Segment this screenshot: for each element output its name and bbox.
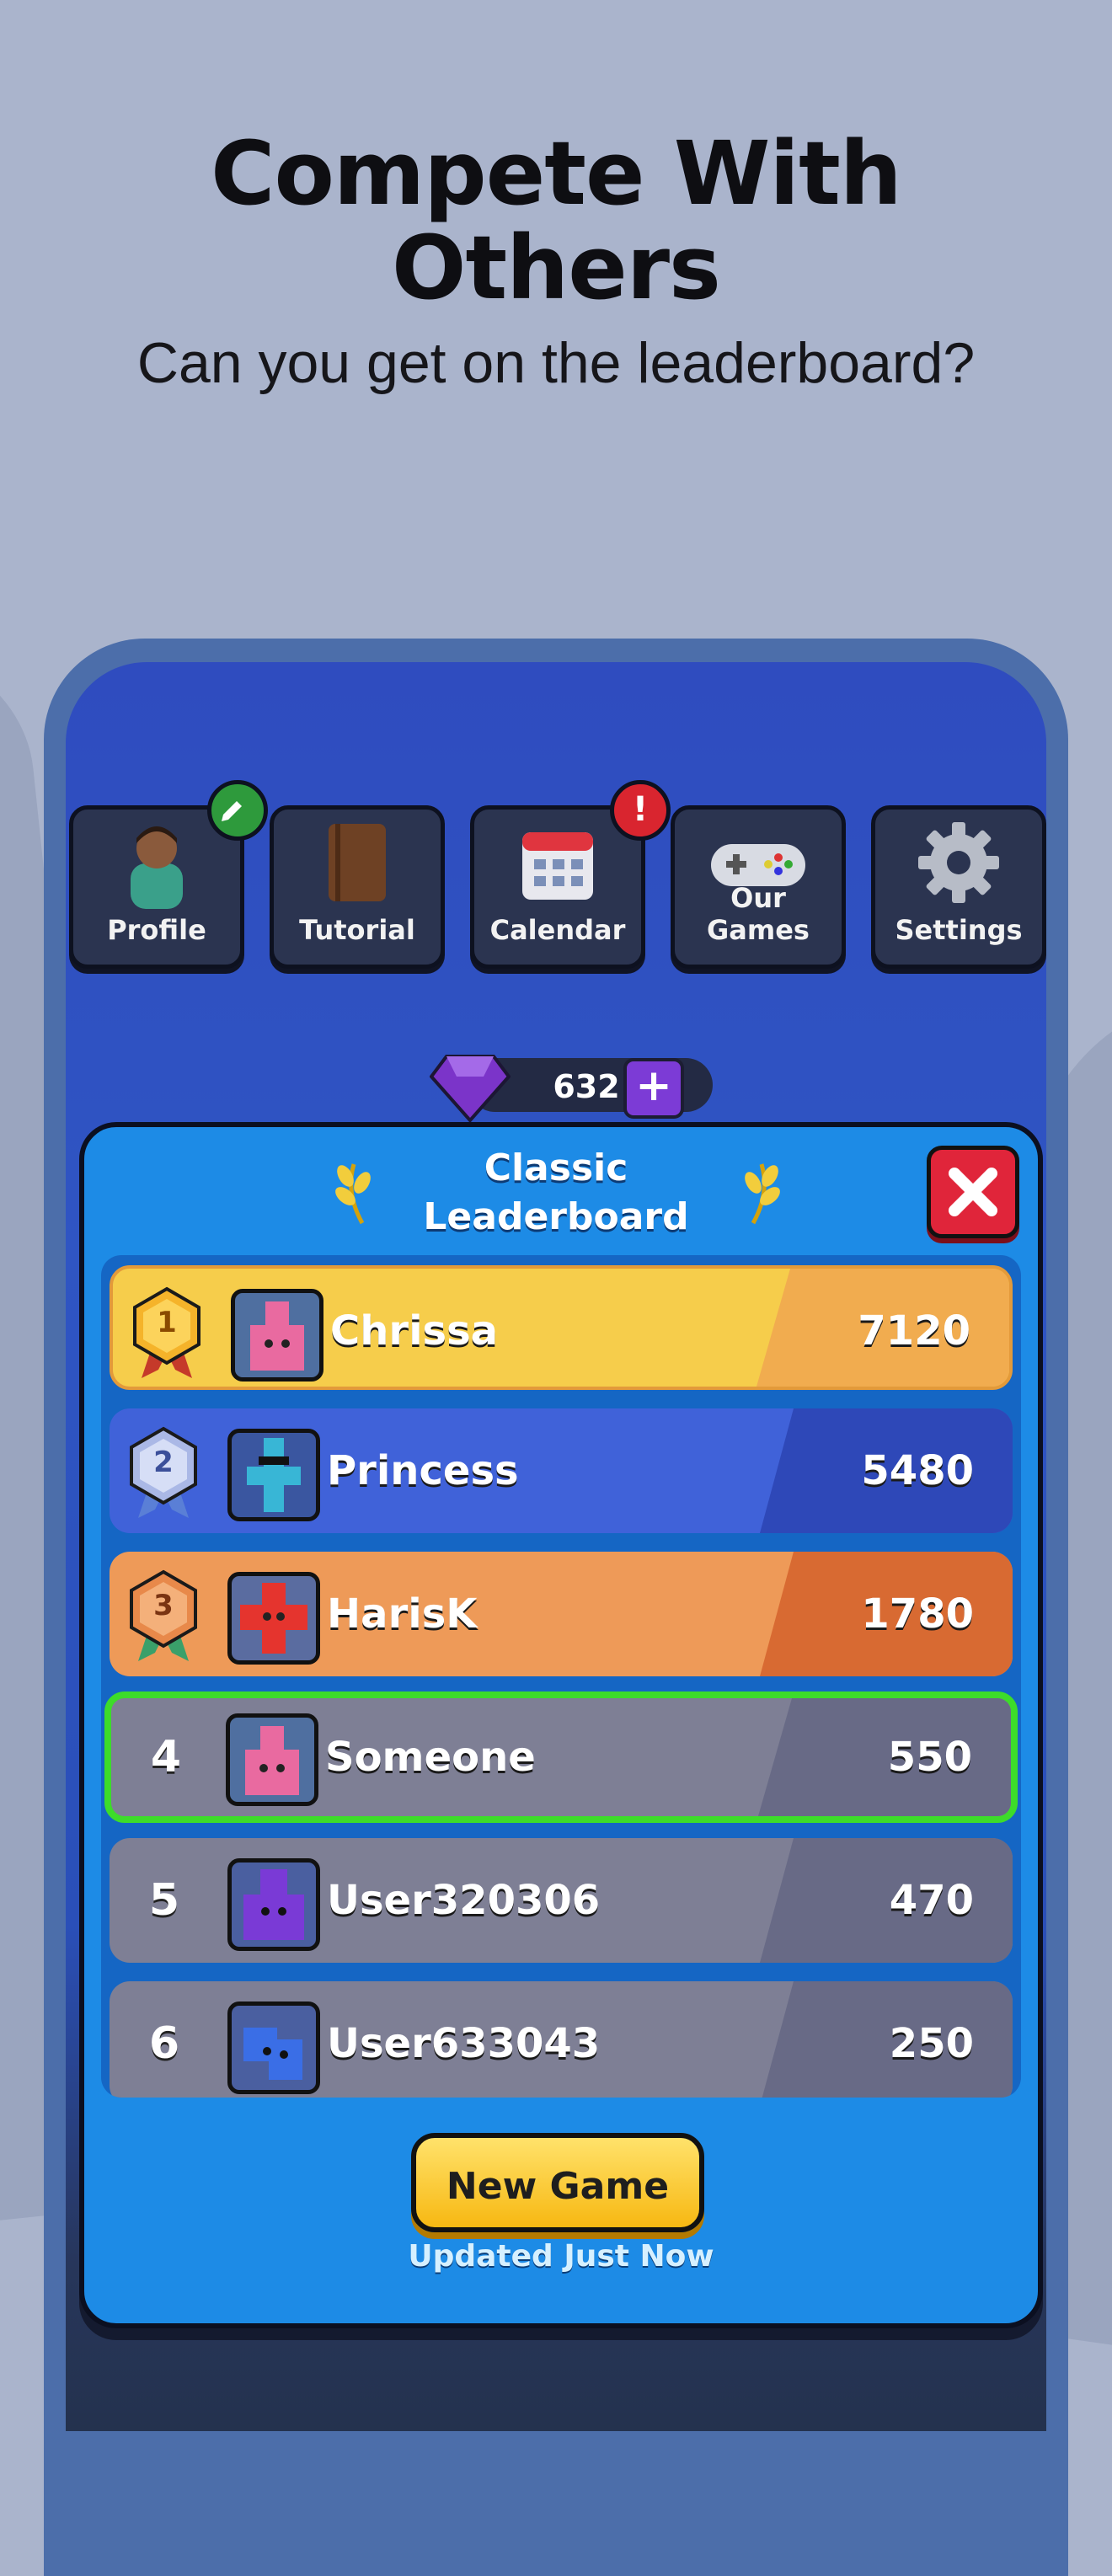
laurel-right-icon (736, 1159, 787, 1230)
close-button[interactable] (927, 1146, 1019, 1238)
alert-badge: ! (610, 780, 671, 841)
leaderboard-row[interactable]: 2 Princess 5480 (110, 1408, 1013, 1533)
rank-number: 1 (157, 1306, 177, 1339)
row-score-bg (760, 1838, 1013, 1963)
rank-number: 4 (150, 1732, 182, 1782)
close-icon (949, 1168, 997, 1216)
avatar (226, 1713, 318, 1806)
menu-settings-label: Settings (895, 914, 1023, 946)
avatar (227, 2001, 320, 2094)
menu-our-games-label: Our Games (707, 882, 810, 946)
pencil-icon (207, 780, 268, 841)
menu-tutorial[interactable]: Tutorial (270, 805, 445, 969)
avatar (227, 1572, 320, 1665)
rank-number: 2 (153, 1446, 174, 1479)
row-score-bg (758, 1698, 1011, 1816)
calendar-icon (474, 816, 641, 909)
app-screen: Profile Tutorial Calendar ! Our Games Se… (66, 662, 1046, 2431)
rank-number: 5 (148, 1875, 180, 1926)
promo-title-line2: Others (392, 216, 721, 319)
promo-title-line1: Compete With (211, 122, 902, 225)
player-score: 470 (889, 1877, 974, 1924)
leaderboard-title-line2: Leaderboard (423, 1195, 689, 1238)
rank-number: 6 (148, 2018, 180, 2069)
promo-title: Compete With Others (0, 126, 1112, 315)
player-name: User320306 (327, 1877, 601, 1924)
menu-settings[interactable]: Settings (871, 805, 1046, 969)
leaderboard-panel: Classic Leaderboard 1 Chrissa 7120 2 Pri… (79, 1122, 1043, 2328)
row-score-bg (760, 1981, 1013, 2098)
avatar (227, 1429, 320, 1521)
updated-status: Updated Just Now (408, 2239, 714, 2274)
leaderboard-title-line1: Classic (484, 1146, 628, 1189)
promo-subtitle: Can you get on the leaderboard? (136, 331, 976, 395)
player-score: 5480 (861, 1447, 974, 1494)
avatar (227, 1858, 320, 1951)
leaderboard-row[interactable]: 3 HarisK 1780 (110, 1552, 1013, 1676)
player-name: Princess (327, 1447, 519, 1494)
menu-profile-label: Profile (107, 914, 206, 946)
player-score: 7120 (858, 1307, 970, 1355)
leaderboard-row[interactable]: 1 Chrissa 7120 (110, 1265, 1013, 1390)
player-score: 550 (887, 1734, 972, 1781)
player-score: 1780 (861, 1590, 974, 1638)
player-name: HarisK (327, 1590, 478, 1638)
leaderboard-row[interactable]: 6 User633043 250 (110, 1981, 1013, 2098)
rank-number: 3 (153, 1589, 174, 1622)
leaderboard-title: Classic Leaderboard (337, 1144, 775, 1242)
player-name: Someone (325, 1734, 536, 1781)
new-game-button[interactable]: New Game (411, 2133, 704, 2232)
book-icon (274, 816, 441, 909)
leaderboard-row[interactable]: 5 User320306 470 (110, 1838, 1013, 1963)
leaderboard-list[interactable]: 1 Chrissa 7120 2 Princess 5480 3 HarisK … (101, 1255, 1021, 2098)
player-name: Chrissa (330, 1307, 499, 1355)
add-gems-button[interactable]: + (623, 1058, 684, 1119)
player-name: User633043 (327, 2020, 601, 2067)
menu-our-games[interactable]: Our Games (671, 805, 846, 969)
gear-icon (875, 816, 1042, 909)
leaderboard-row-current-user[interactable]: 4 Someone 550 (104, 1692, 1018, 1823)
menu-calendar-label: Calendar (489, 914, 626, 946)
player-score: 250 (889, 2020, 974, 2067)
avatar (231, 1289, 323, 1382)
menu-tutorial-label: Tutorial (299, 914, 415, 946)
gem-icon (429, 1053, 511, 1124)
